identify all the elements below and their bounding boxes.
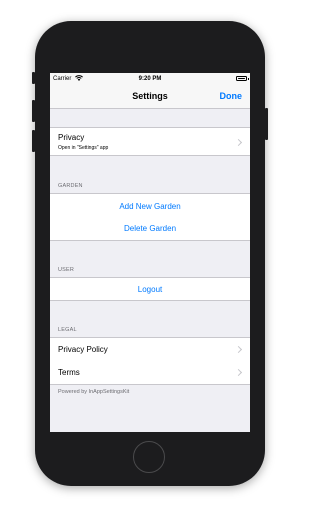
- chevron-right-icon: [234, 138, 243, 147]
- privacy-title: Privacy: [58, 133, 85, 142]
- add-new-garden-button[interactable]: Add New Garden: [50, 202, 250, 211]
- battery-tip: [247, 77, 249, 80]
- delete-garden-button[interactable]: Delete Garden: [50, 224, 250, 233]
- garden-section-header: GARDEN: [58, 183, 83, 189]
- home-button[interactable]: [133, 441, 165, 473]
- chevron-right-icon: [234, 345, 243, 354]
- done-button[interactable]: Done: [220, 91, 243, 101]
- privacy-policy-label: Privacy Policy: [58, 345, 108, 354]
- chevron-right-icon: [234, 368, 243, 377]
- legal-section-header: LEGAL: [58, 327, 77, 333]
- logout-button[interactable]: Logout: [50, 285, 250, 294]
- privacy-policy-cell[interactable]: Privacy Policy: [50, 337, 250, 361]
- privacy-subtitle: Open in "Settings" app: [58, 145, 109, 151]
- status-bar: Carrier 9:20 PM: [50, 73, 250, 85]
- navigation-bar: Settings Done: [50, 85, 250, 109]
- add-new-garden-cell[interactable]: Add New Garden: [50, 193, 250, 217]
- logout-cell[interactable]: Logout: [50, 277, 250, 301]
- volume-up-button: [32, 100, 35, 122]
- user-section-header: USER: [58, 267, 75, 273]
- terms-cell[interactable]: Terms: [50, 361, 250, 385]
- battery-icon: [236, 76, 247, 81]
- status-time: 9:20 PM: [138, 76, 162, 82]
- terms-label: Terms: [58, 368, 80, 377]
- silent-switch: [32, 72, 35, 84]
- delete-garden-cell[interactable]: Delete Garden: [50, 217, 250, 241]
- volume-down-button: [32, 130, 35, 152]
- privacy-cell[interactable]: Privacy Open in "Settings" app: [50, 127, 250, 156]
- footer-text: Powered by InAppSettingsKit: [58, 389, 130, 395]
- power-button: [265, 108, 268, 140]
- screen: Carrier 9:20 PM Settings Done Privacy Op…: [50, 73, 250, 432]
